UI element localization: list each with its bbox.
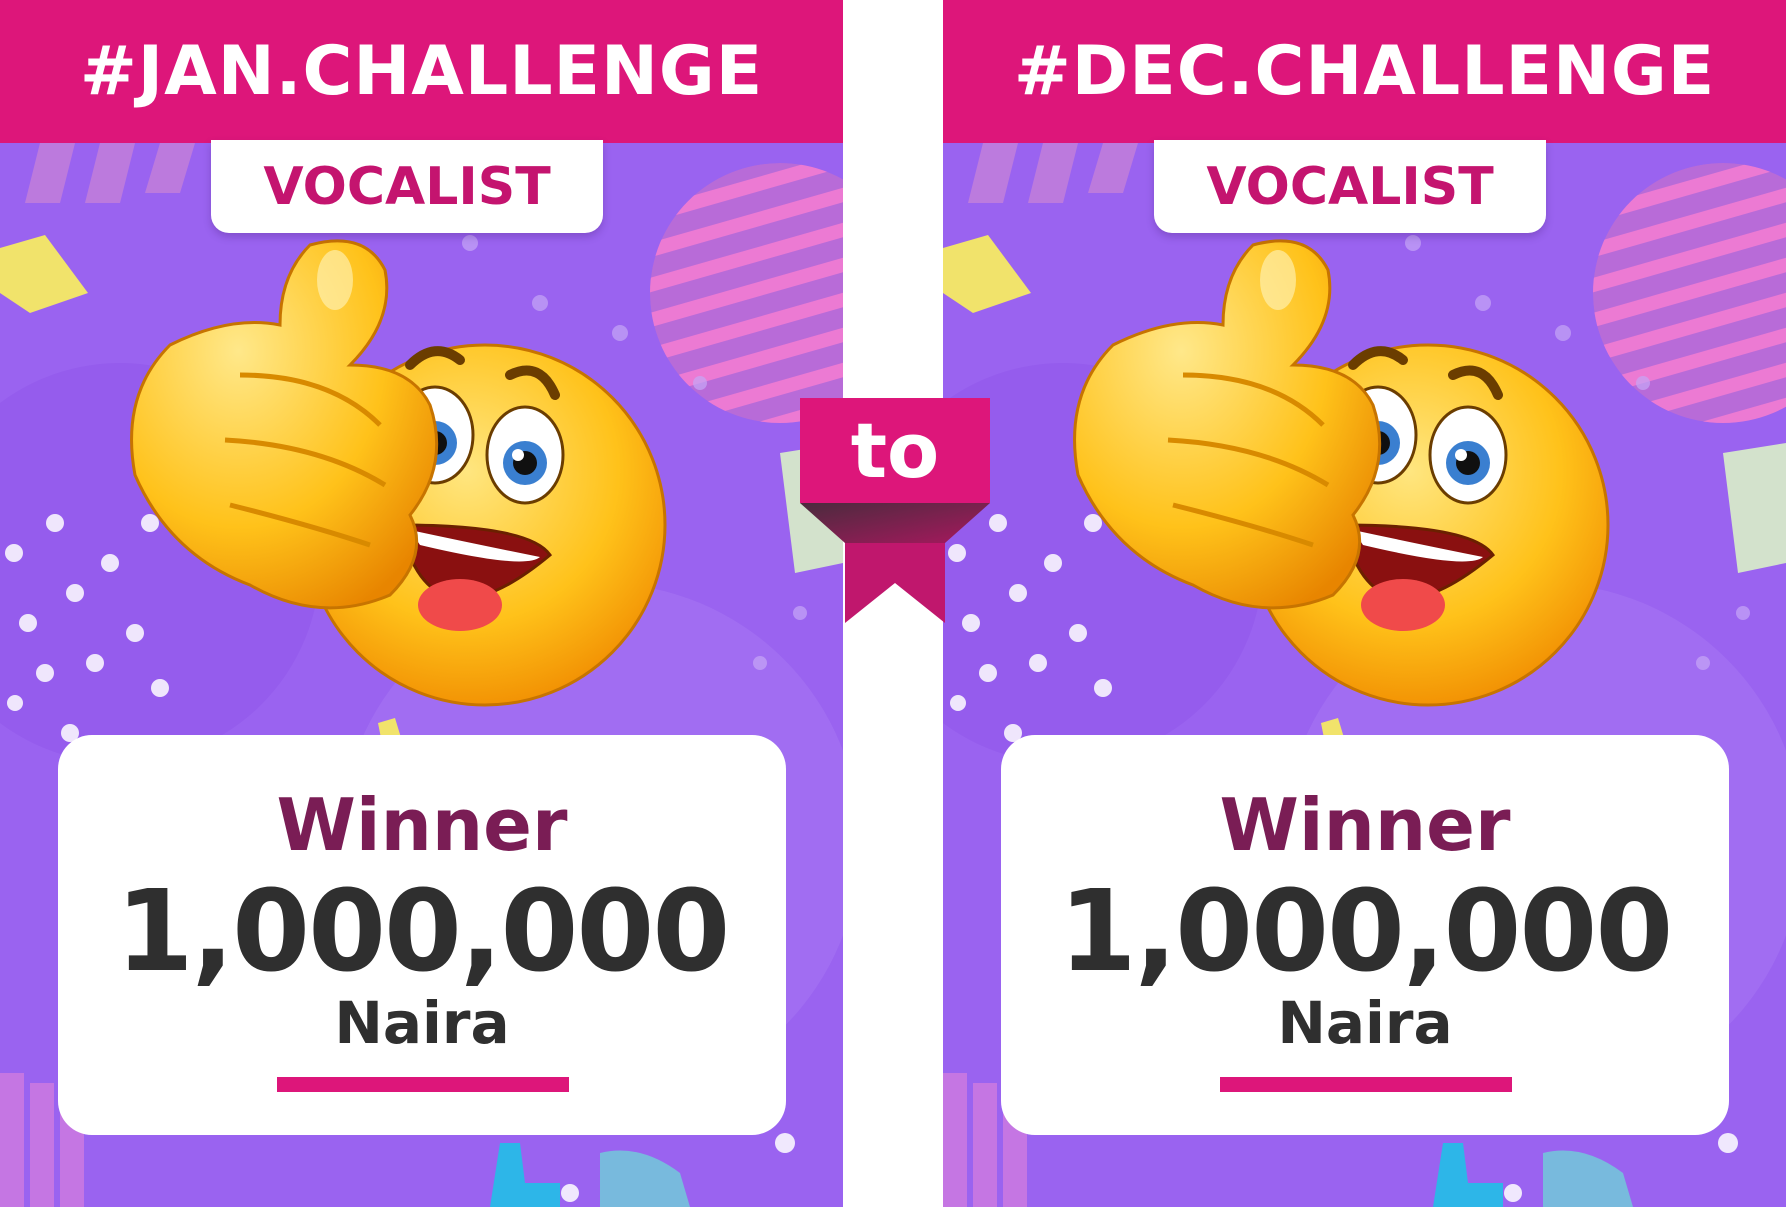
category-tab: VOCALIST (1154, 140, 1546, 233)
jan-challenge-panel: #JAN.CHALLENGE VOCALIST Winner 1,000,000… (0, 0, 843, 1207)
prize-card: Winner 1,000,000 Naira (58, 735, 786, 1135)
category-tab: VOCALIST (211, 140, 603, 233)
dec-challenge-panel: #DEC.CHALLENGE VOCALIST Winner 1,000,000… (943, 0, 1786, 1207)
winner-label: Winner (276, 783, 568, 867)
winner-label: Winner (1219, 783, 1511, 867)
underline-divider (277, 1077, 569, 1092)
connector-ribbon: to (800, 398, 990, 623)
prize-currency: Naira (334, 989, 510, 1057)
thumbs-up-smiley-icon (130, 239, 667, 707)
prize-amount: 1,000,000 (115, 867, 731, 997)
prize-currency: Naira (1277, 989, 1453, 1057)
prize-amount: 1,000,000 (1058, 867, 1674, 997)
thumbs-up-smiley-icon (1073, 239, 1610, 707)
prize-card: Winner 1,000,000 Naira (1001, 735, 1729, 1135)
underline-divider (1220, 1077, 1512, 1092)
challenge-title: #DEC.CHALLENGE (943, 0, 1786, 143)
challenge-title: #JAN.CHALLENGE (0, 0, 843, 143)
connector-label: to (850, 406, 940, 495)
